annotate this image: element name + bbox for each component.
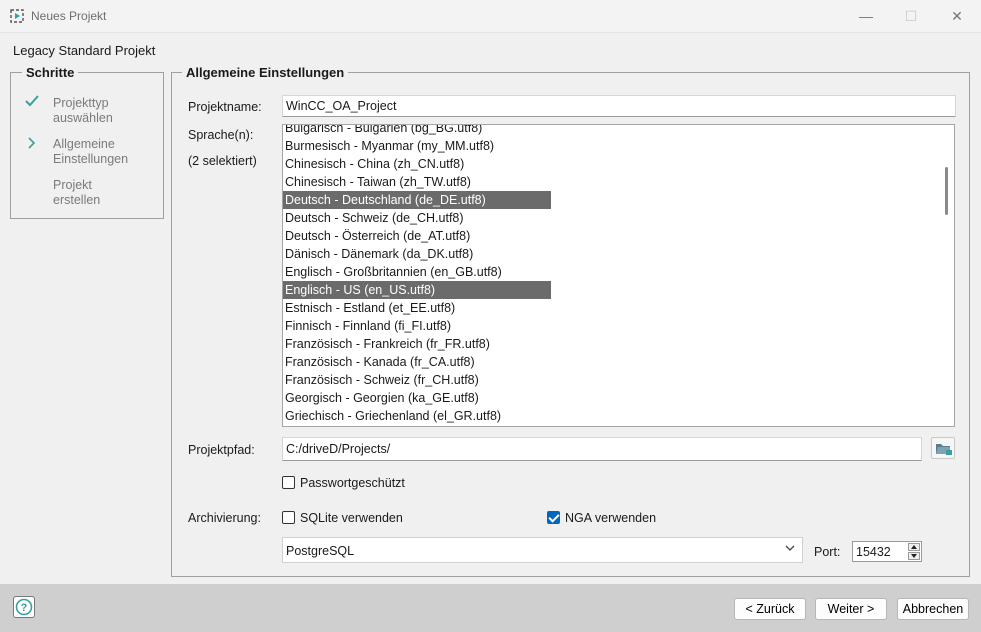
browse-folder-button[interactable] [931,437,955,459]
check-icon [25,94,39,112]
chevron-right-icon [28,136,36,154]
help-icon: ? [15,598,33,616]
language-item[interactable]: Französisch - Kanada (fr_CA.utf8) [283,353,551,371]
triangle-down-icon [911,554,917,558]
port-spinbox[interactable]: 15432 [852,541,922,562]
port-spin-buttons [908,543,920,560]
step-general-settings: Allgemeine Einstellungen [53,137,129,166]
project-type-label: Legacy Standard Projekt [13,43,156,58]
language-item[interactable]: Bulgarisch - Bulgarien (bg_BG.utf8) [283,125,551,137]
language-item[interactable]: Dänisch - Dänemark (da_DK.utf8) [283,245,551,263]
password-label: Passwortgeschützt [300,476,405,490]
language-item[interactable]: Georgisch - Georgien (ka_GE.utf8) [283,389,551,407]
spin-down-button[interactable] [908,552,920,560]
steps-legend: Schritte [22,65,79,80]
language-item[interactable]: Englisch - US (en_US.utf8) [283,281,551,299]
minimize-icon[interactable]: — [858,8,874,24]
title-bar: Neues Projekt — ☐ ✕ [0,0,981,33]
database-select-value: PostgreSQL [286,544,355,558]
settings-legend: Allgemeine Einstellungen [182,65,349,80]
language-list[interactable]: Bulgarisch - Bulgarien (bg_BG.utf8) Burme… [282,124,955,427]
nga-label: NGA verwenden [565,511,657,525]
language-item[interactable]: Deutsch - Schweiz (de_CH.utf8) [283,209,551,227]
port-label: Port: [814,545,841,559]
language-list-items: Bulgarisch - Bulgarien (bg_BG.utf8) Burme… [283,125,939,425]
archiving-label: Archivierung: [188,511,261,525]
chevron-down-icon [785,545,795,551]
language-item[interactable]: Französisch - Schweiz (fr_CH.utf8) [283,371,551,389]
step-project-type: Projekttyp auswählen [53,96,113,125]
step-create-project: Projekt erstellen [53,178,101,207]
language-item[interactable]: Englisch - Großbritannien (en_GB.utf8) [283,263,551,281]
language-item[interactable]: Estnisch - Estland (et_EE.utf8) [283,299,551,317]
language-list-scrollbar[interactable] [939,125,954,426]
sqlite-checkbox[interactable] [282,511,295,524]
close-icon[interactable]: ✕ [949,8,965,24]
project-name-label: Projektname: [188,100,262,114]
app-icon [10,9,24,23]
language-item[interactable]: Finnisch - Finnland (fi_FI.utf8) [283,317,551,335]
project-path-label: Projektpfad: [188,443,255,457]
sqlite-label: SQLite verwenden [300,511,403,525]
port-value: 15432 [856,545,891,559]
language-item[interactable]: Chinesisch - Taiwan (zh_TW.utf8) [283,173,551,191]
svg-text:?: ? [21,602,28,614]
languages-count: (2 selektiert) [188,154,257,168]
folder-icon [936,444,952,455]
cancel-button[interactable]: Abbrechen [897,598,969,620]
help-button[interactable]: ? [13,596,35,618]
project-path-input[interactable]: C:/driveD/Projects/ [282,437,922,461]
window-title: Neues Projekt [31,9,107,23]
language-item[interactable]: Chinesisch - China (zh_CN.utf8) [283,155,551,173]
language-item[interactable]: Deutsch - Österreich (de_AT.utf8) [283,227,551,245]
project-name-input[interactable]: WinCC_OA_Project [282,95,956,117]
triangle-up-icon [911,545,917,549]
language-item[interactable]: Französisch - Frankreich (fr_FR.utf8) [283,335,551,353]
language-item[interactable]: Griechisch - Griechenland (el_GR.utf8) [283,407,551,425]
scrollbar-thumb[interactable] [945,167,948,215]
dialog-footer: ? < Zurück Weiter > Abbrechen [0,584,981,632]
nga-checkbox[interactable] [547,511,560,524]
back-button[interactable]: < Zurück [734,598,806,620]
password-checkbox[interactable] [282,476,295,489]
languages-label: Sprache(n): [188,128,254,142]
steps-panel: Schritte Projekttyp auswählen Allgemeine… [10,65,164,219]
next-button[interactable]: Weiter > [815,598,887,620]
language-item[interactable]: Deutsch - Deutschland (de_DE.utf8) [283,191,551,209]
spin-up-button[interactable] [908,543,920,551]
database-select[interactable]: PostgreSQL [282,537,803,563]
maximize-icon: ☐ [904,8,918,24]
language-item[interactable]: Burmesisch - Myanmar (my_MM.utf8) [283,137,551,155]
